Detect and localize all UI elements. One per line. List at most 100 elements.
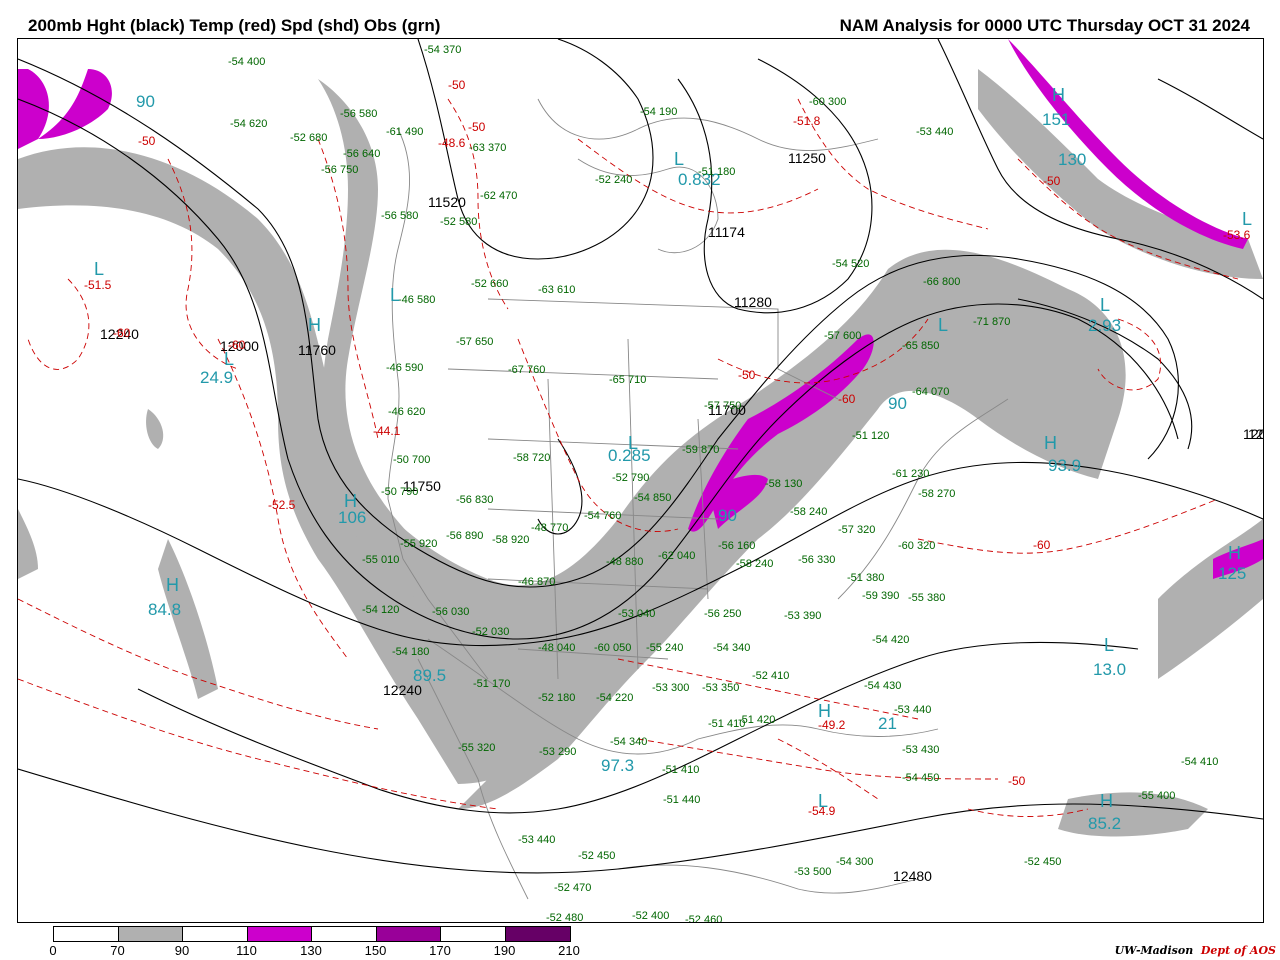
- wind-speed-label: 85.2: [1088, 814, 1121, 833]
- station-observation: -52 470: [554, 882, 591, 894]
- station-observation: -59 870: [682, 444, 719, 456]
- high-center-marker: H: [308, 315, 321, 335]
- height-label: 12480: [893, 868, 932, 884]
- station-observation: -52 460: [685, 914, 722, 922]
- low-center-marker: L: [94, 259, 104, 279]
- height-label: 11250: [788, 150, 826, 166]
- station-observation: -56 030: [432, 606, 469, 618]
- station-observation: -54 400: [228, 56, 265, 68]
- legend-swatch: [376, 927, 441, 941]
- station-observation: -54 190: [640, 106, 677, 118]
- wind-speed-label: 24.9: [200, 368, 233, 387]
- station-observation: -54 430: [864, 680, 901, 692]
- station-observation: -55 010: [362, 554, 399, 566]
- low-center-marker: L: [938, 315, 948, 335]
- station-observation: -53 430: [902, 744, 939, 756]
- station-observation: -58 270: [918, 488, 955, 500]
- station-observation: -65 850: [902, 340, 939, 352]
- station-observation: -53 300: [652, 682, 689, 694]
- station-observation: -53 440: [916, 126, 953, 138]
- wind-speed-label: 90: [136, 92, 155, 111]
- temperature-label: -48.6: [438, 136, 466, 150]
- station-observation: -54 450: [902, 772, 939, 784]
- high-center-marker: H: [344, 491, 357, 511]
- station-observation: -53 350: [702, 682, 739, 694]
- wind-speed-label: 2.93: [1088, 316, 1121, 335]
- station-observation: -67 760: [508, 364, 545, 376]
- station-observation: -52 410: [752, 670, 789, 682]
- temperature-label: -50: [138, 134, 156, 148]
- station-observation: -52 030: [472, 626, 509, 638]
- wind-speed-label: 93.9: [1048, 456, 1081, 475]
- station-observation: -53 500: [794, 866, 831, 878]
- station-observation: -54 410: [1181, 756, 1218, 768]
- station-observation: -56 330: [798, 554, 835, 566]
- wind-speed-label: 130: [1058, 150, 1086, 169]
- station-observation: -56 830: [456, 494, 493, 506]
- temperature-label: -51.5: [84, 278, 112, 292]
- station-observation: -51 170: [473, 678, 510, 690]
- legend-swatch: [118, 927, 183, 941]
- legend-swatch: [54, 927, 119, 941]
- height-label: 11760: [298, 342, 336, 358]
- legend-tick: 0: [49, 943, 57, 958]
- height-label: 11174: [708, 224, 745, 240]
- temperature-label: -51.8: [793, 114, 821, 128]
- station-observation: -56 250: [704, 608, 741, 620]
- station-observation: -56 580: [340, 108, 377, 120]
- station-observation: -58 240: [736, 558, 773, 570]
- temperature-label: -60: [113, 326, 131, 340]
- station-observation: -55 320: [458, 742, 495, 754]
- station-observation: -62 040: [658, 550, 695, 562]
- weather-map: 11520 11174 11280 11250 12240 12000 11760 11750…: [17, 38, 1264, 923]
- low-center-marker: L: [1242, 209, 1252, 229]
- station-observation: -54 520: [832, 258, 869, 270]
- wind-speed-label: 125: [1218, 564, 1246, 583]
- station-observation: -54 420: [872, 634, 909, 646]
- station-observation: -51 180: [698, 166, 735, 178]
- station-observation: -51 440: [663, 794, 700, 806]
- legend-tick: 190: [493, 943, 516, 958]
- wind-speed-label: 21: [878, 714, 897, 733]
- station-observation: -54 370: [424, 44, 461, 56]
- station-observation: -61 230: [892, 468, 929, 480]
- station-observation: -46 590: [386, 362, 423, 374]
- low-center-marker: L: [390, 285, 400, 305]
- wind-speed-label: 13.0: [1093, 660, 1126, 679]
- station-observation: -58 240: [790, 506, 827, 518]
- station-observation: -64 070: [912, 386, 949, 398]
- height-label: 1200: [1243, 426, 1263, 442]
- station-observation: -53 440: [518, 834, 555, 846]
- wind-speed-label: 151: [1042, 110, 1070, 129]
- station-observation: -57 650: [456, 336, 493, 348]
- temperature-label: -44.1: [373, 424, 401, 438]
- station-observation: -60 300: [809, 96, 846, 108]
- temperature-label: -53.6: [1223, 228, 1251, 242]
- station-observation: -55 920: [400, 538, 437, 550]
- station-observation: -54 180: [392, 646, 429, 658]
- legend-swatch: [505, 927, 570, 941]
- low-center-marker: L: [1104, 635, 1114, 655]
- station-observation: -53 390: [784, 610, 821, 622]
- station-observation: -60 320: [898, 540, 935, 552]
- station-observation: -56 160: [718, 540, 755, 552]
- low-center-marker: L: [1100, 295, 1110, 315]
- legend-tick: 130: [300, 943, 322, 958]
- station-observation: -53 440: [894, 704, 931, 716]
- station-observation: -60 050: [594, 642, 631, 654]
- legend-tick: 90: [174, 943, 190, 958]
- station-observation: -53 290: [539, 746, 576, 758]
- low-center-marker: L: [628, 433, 638, 453]
- legend-swatch: [441, 927, 506, 941]
- temperature-label: -50: [448, 78, 466, 92]
- temperature-label: -52.5: [268, 498, 296, 512]
- wind-speed-label: 97.3: [601, 756, 634, 775]
- legend-swatch: [183, 927, 248, 941]
- height-label: 11520: [428, 194, 466, 210]
- station-observation: -48 880: [606, 556, 643, 568]
- temperature-label: -60: [838, 392, 856, 406]
- wind-speed-label: 90: [718, 506, 737, 525]
- wind-speed-label: 89.5: [413, 666, 446, 685]
- station-observation: -52 450: [578, 850, 615, 862]
- low-center-marker: L: [224, 349, 234, 369]
